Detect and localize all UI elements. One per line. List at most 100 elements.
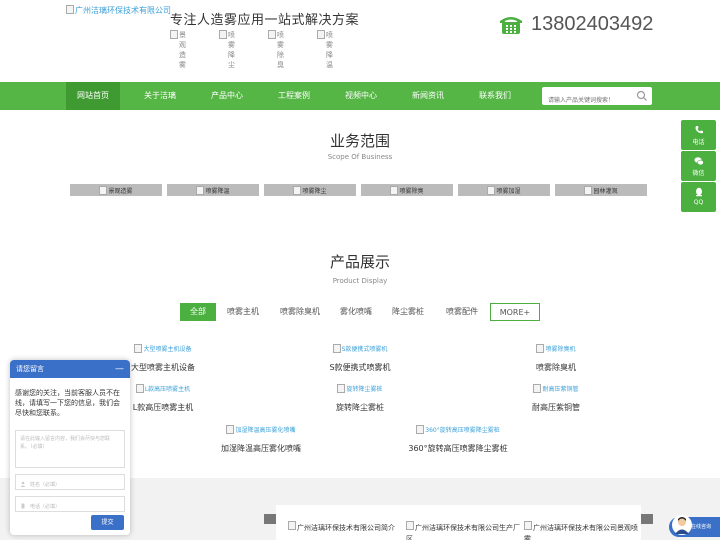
- product-image: 耐高压紫铜管: [533, 384, 579, 393]
- broken-image-icon: [337, 384, 346, 393]
- tab-more[interactable]: MORE+: [490, 303, 540, 321]
- product-image: S款便携式喷雾机: [332, 344, 388, 353]
- product-item[interactable]: 加湿降温高压雾化喷嘴 加湿降温高压雾化喷嘴: [176, 419, 346, 454]
- product-name: 360°旋转高压喷雾降尘雾桩: [408, 444, 508, 453]
- product-image-alt: 耐高压紫铜管: [542, 386, 579, 393]
- broken-image-icon: [524, 521, 532, 530]
- broken-image-icon: [134, 344, 143, 353]
- float-wechat-button[interactable]: 微信: [681, 151, 716, 181]
- float-phone-button[interactable]: 电话: [681, 120, 716, 150]
- user-icon: [20, 481, 26, 487]
- product-image-alt: 大型喷雾主机设备: [143, 346, 192, 353]
- product-item[interactable]: 喷雾除臭机 喷雾除臭机: [471, 338, 641, 373]
- chat-title: 请您留言: [16, 365, 44, 373]
- tab-nozzle[interactable]: 雾化喷嘴: [330, 303, 382, 321]
- online-consult-label: 在线咨询: [691, 524, 712, 530]
- search-input[interactable]: [542, 91, 634, 110]
- product-item[interactable]: 360°旋转高压喷雾降尘雾桩 360°旋转高压喷雾降尘雾桩: [373, 419, 543, 454]
- slogan: 专注人造雾应用一站式解决方案: [170, 13, 360, 28]
- main-nav: 网站首页 关于洁璃 产品中心 工程案例 视频中心 新闻资讯 联系我们: [0, 82, 720, 110]
- business-item-label: 景观造雾: [108, 187, 133, 195]
- tab-deodorizer[interactable]: 喷雾除臭机: [270, 303, 330, 321]
- product-name: 喷雾除臭机: [536, 363, 576, 372]
- tab-dust-pile[interactable]: 降尘雾桩: [382, 303, 434, 321]
- about-item-label: 广州洁璃环保技术有限公司简介: [297, 524, 395, 532]
- nav-item-cases[interactable]: 工程案例: [267, 82, 321, 110]
- nav-item-contact[interactable]: 联系我们: [468, 82, 522, 110]
- product-image-alt: S款便携式喷雾机: [341, 346, 388, 353]
- float-wechat-label: 微信: [692, 170, 705, 177]
- carousel-next-button[interactable]: [641, 514, 653, 524]
- chat-message-textarea[interactable]: 请在此输入留言内容，我们会尽快与您联系。（必填）: [15, 430, 125, 468]
- service-tag[interactable]: 喷雾除臭: [268, 30, 317, 70]
- phone-icon: [21, 503, 25, 509]
- carousel-prev-button[interactable]: [264, 514, 276, 524]
- broken-image-icon: [536, 344, 545, 353]
- nav-item-videos[interactable]: 视频中心: [334, 82, 388, 110]
- product-image-alt: 喷雾除臭机: [545, 346, 576, 353]
- search-box: [542, 87, 652, 110]
- broken-image-icon: [66, 5, 74, 14]
- qq-icon: [695, 187, 702, 197]
- service-tag-label: 景观造雾: [179, 31, 186, 69]
- float-qq-label: QQ: [693, 199, 704, 206]
- chat-name-field[interactable]: 姓名（必填）: [15, 474, 125, 490]
- product-tabs: 全部 喷雾主机 喷雾除臭机 雾化喷嘴 降尘雾桩 喷雾配件 MORE+: [180, 303, 540, 321]
- service-tags: 景观造雾 喷雾降尘 喷雾除臭 喷雾降温: [170, 30, 366, 70]
- product-item[interactable]: 耐高压紫铜管 耐高压紫铜管: [471, 378, 641, 413]
- business-item[interactable]: 喷雾加湿: [458, 184, 550, 196]
- products-title: 产品展示: [329, 253, 390, 271]
- broken-image-icon: [584, 185, 593, 195]
- business-item[interactable]: 喷雾降温: [167, 184, 259, 196]
- broken-image-icon: [135, 384, 144, 393]
- nav-item-products[interactable]: 产品中心: [200, 82, 254, 110]
- product-image: 大型喷雾主机设备: [134, 344, 192, 353]
- service-tag[interactable]: 喷雾降温: [317, 30, 366, 70]
- broken-image-icon: [196, 185, 205, 195]
- broken-image-icon: [332, 344, 341, 353]
- hotline-number: 13802403492: [531, 13, 654, 35]
- float-qq-button[interactable]: QQ: [681, 182, 716, 212]
- phone-icon: [695, 126, 703, 134]
- tab-spray-host[interactable]: 喷雾主机: [216, 303, 270, 321]
- broken-image-icon: [390, 185, 399, 195]
- chat-submit-button[interactable]: 提交: [91, 515, 124, 530]
- service-tag-label: 喷雾降温: [326, 31, 333, 69]
- tab-all[interactable]: 全部: [180, 303, 216, 321]
- about-item-label: 广州洁璃环保技术有限公司景观喷雾: [524, 524, 638, 540]
- broken-image-icon: [533, 384, 542, 393]
- business-item[interactable]: 园林灌溉: [555, 184, 647, 196]
- product-image-alt: 加湿降温高压雾化喷嘴: [235, 427, 296, 434]
- search-icon[interactable]: [636, 90, 648, 102]
- agent-avatar-icon[interactable]: [672, 514, 692, 536]
- business-subtitle: Scope Of Business: [327, 153, 393, 161]
- business-item[interactable]: 喷雾除臭: [361, 184, 453, 196]
- product-image-alt: 旋转降尘雾桩: [346, 386, 383, 393]
- about-carousel: 广州洁璃环保技术有限公司简介 广州洁璃环保技术有限公司生产厂区 广州洁璃环保技术…: [276, 505, 641, 540]
- chat-name-placeholder: 姓名（必填）: [30, 481, 61, 488]
- about-item[interactable]: 广州洁璃环保技术有限公司生产厂区: [406, 521, 521, 540]
- business-item[interactable]: 景观造雾: [70, 184, 162, 196]
- nav-item-home[interactable]: 网站首页: [66, 82, 120, 110]
- product-item[interactable]: S款便携式喷雾机 S款便携式喷雾机: [275, 338, 445, 373]
- about-item[interactable]: 广州洁璃环保技术有限公司简介: [288, 521, 403, 534]
- broken-image-icon: [406, 521, 414, 530]
- chat-phone-field[interactable]: 电话（必填）: [15, 496, 125, 512]
- product-name: 加湿降温高压雾化喷嘴: [221, 444, 301, 453]
- service-tag[interactable]: 喷雾降尘: [219, 30, 268, 70]
- chat-message: 感谢您的关注，当前客服人员不在线，请填写一下您的信息，我们会尽快和您联系。: [15, 389, 120, 417]
- site-logo[interactable]: 广州洁璃环保技术有限公司: [66, 5, 171, 16]
- tab-accessories[interactable]: 喷雾配件: [434, 303, 490, 321]
- nav-item-news[interactable]: 新闻资讯: [401, 82, 455, 110]
- site-header: 广州洁璃环保技术有限公司 专注人造雾应用一站式解决方案 景观造雾 喷雾降尘 喷雾…: [0, 0, 720, 82]
- business-item-label: 喷雾降温: [205, 187, 230, 195]
- nav-item-about[interactable]: 关于洁璃: [133, 82, 187, 110]
- product-item[interactable]: 旋转降尘雾桩 旋转降尘雾桩: [275, 378, 445, 413]
- service-tag[interactable]: 景观造雾: [170, 30, 219, 70]
- service-tag-label: 喷雾降尘: [228, 31, 235, 69]
- about-item[interactable]: 广州洁璃环保技术有限公司景观喷雾: [524, 521, 639, 540]
- business-item[interactable]: 喷雾降尘: [264, 184, 356, 196]
- broken-image-icon: [293, 185, 302, 195]
- product-name: 耐高压紫铜管: [532, 403, 580, 412]
- chat-minimize-button[interactable]: —: [115, 360, 124, 378]
